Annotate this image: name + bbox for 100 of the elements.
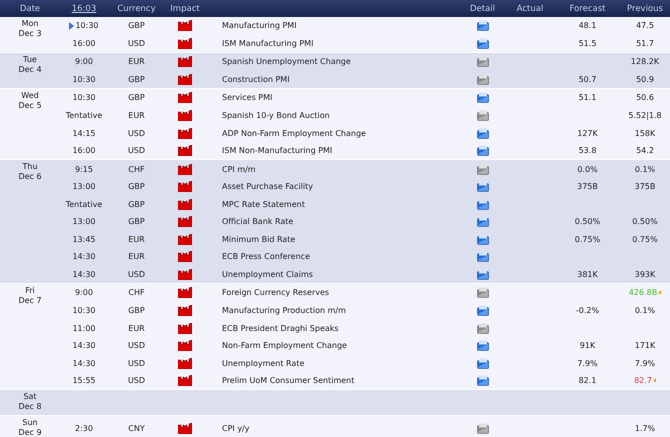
event-name[interactable]: Unemployment Claims bbox=[222, 270, 313, 279]
previous-value: 50.9 bbox=[636, 74, 654, 84]
forecast-value: -0.2% bbox=[576, 306, 600, 316]
date-label: Dec 5 bbox=[18, 100, 42, 110]
event-name[interactable]: ECB Press Conference bbox=[222, 252, 310, 262]
detail-icon[interactable] bbox=[476, 92, 488, 104]
detail-icon[interactable] bbox=[476, 56, 488, 68]
currency-code: USD bbox=[126, 38, 146, 48]
event-name[interactable]: ISM Non-Manufacturing PMI bbox=[222, 146, 332, 156]
currency-code: GBP bbox=[127, 93, 146, 102]
forecast-value: 127K bbox=[577, 128, 598, 138]
detail-icon[interactable] bbox=[476, 322, 488, 334]
detail-icon[interactable] bbox=[476, 20, 488, 32]
currency-code: EUR bbox=[127, 57, 146, 66]
detail-icon[interactable] bbox=[476, 234, 488, 245]
event-name[interactable]: Spanish Unemployment Change bbox=[222, 57, 351, 66]
forecast-value: 50.7 bbox=[578, 74, 596, 84]
previous-value: 1.7% bbox=[634, 424, 656, 433]
forecast-value: 53.8 bbox=[578, 146, 596, 156]
weekday-label: Thu bbox=[22, 162, 38, 172]
detail-icon[interactable] bbox=[476, 287, 488, 298]
detail-icon[interactable] bbox=[476, 375, 488, 386]
event-name[interactable]: ISM Manufacturing PMI bbox=[222, 38, 314, 48]
column-header[interactable]: Previous bbox=[620, 4, 670, 14]
currency-code: GBP bbox=[127, 217, 146, 226]
previous-value: 47.5 bbox=[636, 21, 654, 30]
detail-icon[interactable] bbox=[476, 340, 488, 352]
event-name[interactable]: Official Bank Rate bbox=[222, 217, 294, 226]
event-name[interactable]: Spanish 10-y Bond Auction bbox=[222, 111, 330, 120]
currency-code: USD bbox=[126, 270, 146, 279]
weekday-label: Sun bbox=[22, 418, 38, 428]
event-name[interactable]: Non-Farm Employment Change bbox=[222, 341, 347, 350]
event-name[interactable]: Manufacturing PMI bbox=[222, 21, 297, 30]
event-name[interactable]: CPI m/m bbox=[222, 164, 256, 174]
forecast-value: 91K bbox=[580, 341, 596, 350]
detail-icon[interactable] bbox=[476, 38, 488, 49]
weekday-label: Wed bbox=[21, 91, 39, 101]
weekday-label: Mon bbox=[22, 19, 38, 28]
event-time: Tentative bbox=[66, 200, 102, 209]
event-name[interactable]: Minimum Bid Rate bbox=[222, 234, 296, 244]
event-time: 13:00 bbox=[72, 182, 96, 192]
event-name[interactable]: ECB President Draghi Speaks bbox=[222, 324, 339, 333]
column-header[interactable]: Currency bbox=[108, 4, 165, 14]
previous-value: 7.9% bbox=[634, 358, 656, 368]
column-header[interactable]: Impact bbox=[165, 4, 205, 14]
previous-value: 0.75% bbox=[632, 234, 658, 244]
currency-code: USD bbox=[126, 341, 146, 350]
event-time: 11:00 bbox=[72, 324, 96, 333]
event-name[interactable]: Prelim UoM Consumer Sentiment bbox=[222, 376, 354, 386]
event-time: 10:30 bbox=[75, 21, 99, 30]
detail-icon[interactable] bbox=[476, 268, 488, 280]
event-time: 9:15 bbox=[75, 164, 93, 174]
event-time: 2:30 bbox=[75, 424, 93, 433]
date-label: Dec 6 bbox=[18, 172, 42, 182]
detail-icon[interactable] bbox=[476, 305, 488, 316]
event-time: 9:00 bbox=[75, 288, 93, 298]
detail-icon[interactable] bbox=[476, 181, 488, 192]
column-header[interactable]: Forecast bbox=[555, 4, 620, 14]
currency-code: USD bbox=[126, 358, 146, 368]
detail-icon[interactable] bbox=[476, 358, 488, 369]
previous-value: 50.6 bbox=[636, 93, 654, 102]
detail-icon[interactable] bbox=[476, 128, 488, 139]
event-name[interactable]: MPC Rate Statement bbox=[222, 200, 305, 209]
previous-value: 0.1% bbox=[634, 164, 656, 174]
forecast-value: 0.50% bbox=[574, 217, 600, 226]
currency-code: USD bbox=[126, 128, 146, 138]
event-time: 14:30 bbox=[72, 270, 96, 279]
forecast-value: 48.1 bbox=[578, 21, 596, 30]
currency-code: GBP bbox=[127, 182, 146, 192]
detail-icon[interactable] bbox=[476, 74, 488, 85]
event-name[interactable]: Manufacturing Production m/m bbox=[222, 306, 346, 316]
event-name[interactable]: Asset Purchase Facility bbox=[222, 182, 313, 192]
detail-icon[interactable] bbox=[476, 164, 488, 175]
event-name[interactable]: Unemployment Rate bbox=[222, 358, 304, 368]
currency-code: GBP bbox=[127, 200, 146, 209]
current-time[interactable]: 16:03 bbox=[60, 4, 108, 14]
previous-value: 0.1% bbox=[634, 306, 656, 316]
event-time: 16:00 bbox=[72, 146, 96, 156]
event-name[interactable]: Services PMI bbox=[222, 93, 272, 102]
detail-icon[interactable] bbox=[476, 251, 488, 262]
currency-code: EUR bbox=[127, 252, 146, 262]
event-time: 13:00 bbox=[72, 217, 96, 226]
column-header[interactable]: Date bbox=[0, 4, 60, 14]
event-name[interactable]: Foreign Currency Reserves bbox=[222, 288, 330, 298]
detail-icon[interactable] bbox=[476, 422, 488, 434]
detail-icon[interactable] bbox=[476, 110, 488, 121]
event-name[interactable]: CPI y/y bbox=[222, 424, 250, 433]
detail-icon[interactable] bbox=[476, 216, 488, 228]
detail-icon[interactable] bbox=[476, 198, 488, 210]
column-header[interactable]: Actual bbox=[505, 4, 555, 14]
detail-icon[interactable] bbox=[476, 145, 488, 156]
event-name[interactable]: ADP Non-Farm Employment Change bbox=[222, 128, 366, 138]
event-name[interactable]: Construction PMI bbox=[222, 74, 290, 84]
event-time: 14:15 bbox=[72, 128, 96, 138]
previous-value: 128.2K bbox=[630, 57, 660, 66]
currency-code: GBP bbox=[127, 21, 146, 30]
currency-code: GBP bbox=[127, 74, 146, 84]
column-header[interactable]: Detail bbox=[460, 4, 505, 14]
weekday-label: Sat bbox=[23, 392, 37, 402]
event-time: 10:30 bbox=[72, 306, 96, 316]
